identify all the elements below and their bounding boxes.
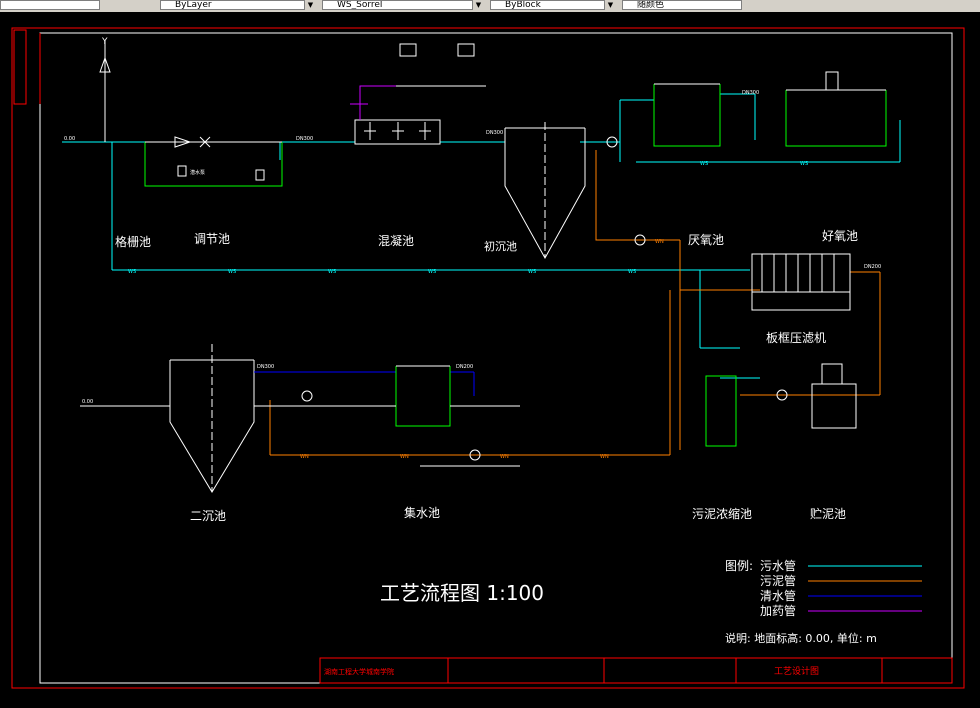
lineweight-value: ByBlock — [505, 0, 541, 10]
primary-clarifier-label: 初沉池 — [484, 239, 517, 253]
collection-label: 集水池 — [404, 505, 440, 520]
dn-mark: DN200 — [864, 264, 881, 270]
plotstyle-combo[interactable]: 随颜色 — [622, 0, 742, 10]
title-block — [319, 657, 953, 684]
ws-code: WS — [528, 269, 536, 275]
chevron-down-icon[interactable]: ▼ — [604, 0, 616, 10]
ws-code: WS — [228, 269, 236, 275]
sludge-thickener — [705, 375, 737, 447]
dn-marks: DN300 DN300 DN300 DN300 DN200 DN200 — [257, 90, 881, 370]
coagulation-tank — [354, 43, 486, 145]
elevation-mark: 0.00 — [82, 399, 93, 405]
wn-line-codes: WN WN WN WN WN — [300, 239, 664, 460]
coagulation-label: 混凝池 — [378, 233, 414, 248]
wn-pipes — [269, 150, 881, 456]
storage-label: 贮泥池 — [810, 506, 846, 521]
inlet: Y — [99, 37, 111, 142]
pump-symbols — [301, 136, 788, 461]
sludge-storage — [811, 363, 857, 429]
wn-code: WN — [600, 454, 609, 460]
dn-mark: DN300 — [742, 90, 759, 96]
collection-tank — [395, 365, 451, 427]
pump-label: 潜水泵 — [190, 169, 205, 176]
linetype-combo[interactable]: WS_Sorrel — [322, 0, 482, 10]
clean-water-pipes — [254, 371, 475, 396]
drug-pipes — [350, 85, 396, 120]
linetype-value: WS_Sorrel — [337, 0, 383, 10]
wn-code: WN — [300, 454, 309, 460]
title-block-school: 湖南工程大学城南学院 — [324, 667, 394, 676]
plotstyle-value: 随颜色 — [637, 0, 665, 10]
drawing-title: 工艺流程图 1:100 — [380, 581, 544, 605]
aerobic-label: 好氧池 — [822, 229, 858, 243]
ws-code: WS — [428, 269, 436, 275]
legend-item-clean: 清水管 — [760, 588, 796, 603]
secondary-clarifier-label: 二沉池 — [190, 509, 226, 523]
dn-mark: DN200 — [456, 364, 473, 370]
chevron-down-icon[interactable]: ▼ — [472, 0, 484, 10]
color-combo[interactable]: ByLayer — [160, 0, 315, 10]
filter-press-label: 板框压滤机 — [766, 331, 826, 345]
inlet-y: Y — [101, 37, 108, 47]
ws-line-codes: WS WS WS WS WS WS WS WS — [128, 161, 808, 275]
thickener-label: 污泥浓缩池 — [692, 506, 752, 521]
ws-code: WS — [800, 161, 808, 167]
grille-label: 格栅池 — [115, 234, 151, 249]
ws-code: WS — [628, 269, 636, 275]
wn-code: WN — [400, 454, 409, 460]
color-value: ByLayer — [175, 0, 212, 10]
aerobic-tank — [785, 71, 887, 147]
anoxic-tank — [653, 83, 721, 147]
drawing-canvas[interactable]: WS WS WS WS WS WS WS WS Y 潜水泵 初沉池 WN WN … — [0, 12, 980, 704]
ws-code: WS — [328, 269, 336, 275]
wn-code: WN — [500, 454, 509, 460]
legend-items: 污水管 污泥管 清水管 加药管 — [760, 558, 922, 618]
anoxic-label: 厌氧池 — [688, 233, 724, 247]
dn-mark: DN300 — [486, 130, 503, 136]
secondary-clarifier — [169, 344, 255, 493]
binding-strip — [13, 29, 27, 105]
equalization-tank — [144, 136, 283, 187]
legend-item-drug: 加药管 — [760, 603, 796, 618]
legend-item-wn: 污泥管 — [760, 573, 796, 588]
elevation-note: 说明: 地面标高: 0.00, 单位: m — [725, 631, 877, 645]
legend-item-ws: 污水管 — [760, 558, 796, 573]
title-block-name: 工艺设计图 — [774, 665, 819, 677]
primary-clarifier — [504, 122, 586, 260]
chevron-down-icon[interactable]: ▼ — [304, 0, 316, 10]
legend-heading: 图例: — [725, 559, 753, 573]
equalization-label: 调节池 — [194, 232, 230, 246]
filter-press — [751, 253, 851, 311]
dn-mark: DN300 — [257, 364, 274, 370]
wn-code: WN — [655, 239, 664, 245]
ws-code: WS — [128, 269, 136, 275]
ws-code: WS — [700, 161, 708, 167]
dn-mark: DN300 — [296, 136, 313, 142]
lineweight-combo[interactable]: ByBlock — [490, 0, 615, 10]
process-flow-drawing: WS WS WS WS WS WS WS WS Y 潜水泵 初沉池 WN WN … — [11, 27, 965, 689]
layer-combo-left[interactable] — [0, 0, 100, 10]
elevation-mark: 0.00 — [64, 136, 75, 142]
